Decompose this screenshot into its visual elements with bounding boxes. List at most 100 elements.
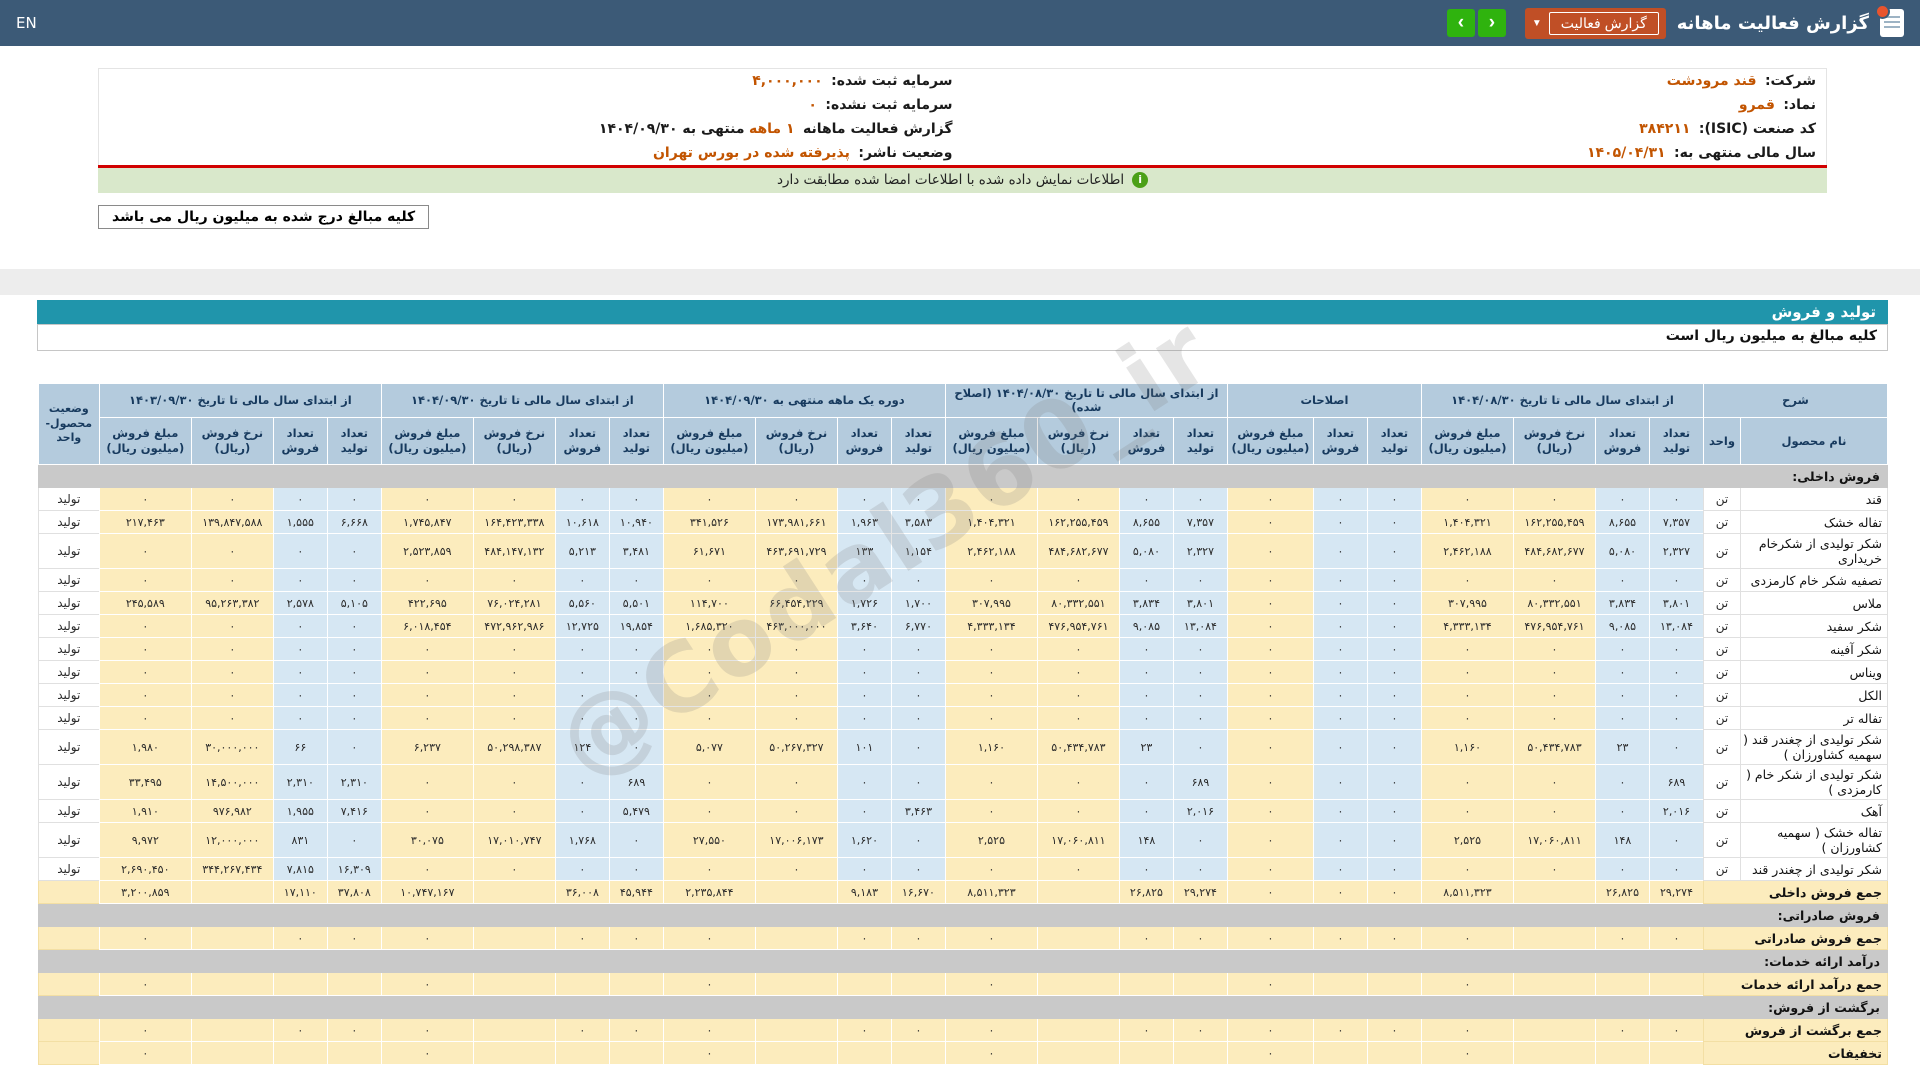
column-subheader-row: نام محصول واحد تعداد تولید تعداد فروش نرخ فر… xyxy=(38,417,1888,466)
table-cell: ۱,۶۲۰ xyxy=(836,822,892,859)
table-cell: ۰ xyxy=(890,1018,946,1043)
table-cell: ۰ xyxy=(1036,637,1120,662)
table-cell: ۰ xyxy=(1118,487,1174,512)
table-cell: ۱,۱۶۰ xyxy=(944,729,1038,766)
table-cell: ۰ xyxy=(472,568,556,593)
table-row: فروش داخلی: xyxy=(37,464,1889,489)
amounts-note-row: کلیه مبالغ درج شده به میلیون ریال می باش… xyxy=(98,204,1827,229)
table-cell: ۱۷۳,۹۸۱,۶۶۱ xyxy=(754,510,838,535)
table-row: شکر تولیدی از شکر خام ( کارمزدی ) تن ۶۸۹ ۰ ۰… xyxy=(37,764,1888,801)
table-cell: ۰ xyxy=(1312,799,1368,824)
table-cell: ۰ xyxy=(190,683,274,708)
table-cell: ۰ xyxy=(1118,568,1174,593)
table-cell: ۱۶۴,۴۲۳,۳۳۸ xyxy=(472,510,556,535)
table-cell: ۸,۶۵۵ xyxy=(1594,510,1650,535)
report-period-suffix: منتهی به ۱۴۰۴/۰۹/۳۰ xyxy=(598,120,745,137)
table-row: جمع برگشت از فروش ۰ ۰ ۰ ۰ ۰ ۰ ۰ ۰ ۰ ۰ ۰ ۰ ۰ ۰ ۰ ۰ ۰ ۰ xyxy=(37,1018,1889,1043)
table-row: شکر آفینه تن ۰ ۰ ۰ ۰ ۰ ۰ ۰ ۰ ۰ ۰ ۰ ۰ ۰ ۰ ۰ ۰ ۰ ۰ ۰ ۰ ۰ ۰ ۰ تولید xyxy=(37,637,1888,662)
company-label: شرکت: xyxy=(1764,72,1816,89)
table-cell: ۰ xyxy=(608,637,664,662)
en-language-link[interactable]: EN xyxy=(16,14,37,32)
table-cell: ۰ xyxy=(1420,1041,1514,1066)
table-cell: ۰ xyxy=(1312,764,1368,801)
nav-arrow-right-button[interactable]: › xyxy=(1477,9,1506,37)
total-name-cell: جمع فروش داخلی xyxy=(1702,880,1889,905)
table-cell xyxy=(1512,1018,1596,1043)
unit-cell: تن xyxy=(1702,510,1742,535)
table-cell: ۰ xyxy=(754,706,838,731)
table-cell: ۰ xyxy=(380,660,474,685)
table-cell xyxy=(1594,1041,1650,1066)
table-cell xyxy=(272,1041,328,1066)
table-cell xyxy=(190,1018,274,1043)
table-cell: ۲,۴۶۲,۱۸۸ xyxy=(944,533,1038,570)
info-row: کد صنعت (ISIC): ۳۸۴۲۱۱ گزارش فعالیت ماها… xyxy=(99,117,1827,141)
table-cell: ۰ xyxy=(326,729,382,766)
table-cell: ۰ xyxy=(890,706,946,731)
table-cell: ۸۰,۳۳۲,۵۵۱ xyxy=(1512,591,1596,616)
table-cell: ۰ xyxy=(1036,799,1120,824)
table-cell xyxy=(608,972,664,997)
table-cell: ۰ xyxy=(662,857,756,882)
column-subheader: مبلغ فروش (میلیون ریال) xyxy=(1420,417,1514,466)
table-cell: ۱۳,۰۸۴ xyxy=(1172,614,1228,639)
table-cell: ۰ xyxy=(1312,510,1368,535)
table-cell: ۰ xyxy=(836,706,892,731)
table-row: الکل تن ۰ ۰ ۰ ۰ ۰ ۰ ۰ ۰ ۰ ۰ ۰ ۰ ۰ ۰ ۰ ۰ ۰ ۰ ۰ ۰ ۰ ۰ ۰ تولید xyxy=(37,683,1888,708)
table-cell: ۰ xyxy=(1648,487,1704,512)
status-cell: تولید xyxy=(37,487,100,512)
company-name-link[interactable]: قند مرودشت xyxy=(1667,73,1757,89)
table-cell: ۰ xyxy=(1226,706,1314,731)
nav-arrow-left-button[interactable]: ‹ xyxy=(1446,9,1475,37)
table-cell: ۰ xyxy=(554,764,610,801)
table-row: تخفیفات ۰ ۰ ۰ ۰ ۰ ۰ xyxy=(37,1041,1889,1066)
table-cell: ۰ xyxy=(890,764,946,801)
unit-cell: تن xyxy=(1702,533,1742,570)
table-cell: ۹,۰۸۵ xyxy=(1594,614,1650,639)
table-cell: ۰ xyxy=(1118,764,1174,801)
table-cell xyxy=(1118,972,1174,997)
table-cell xyxy=(190,926,274,951)
table-cell: ۲,۴۶۲,۱۸۸ xyxy=(1420,533,1514,570)
table-cell: ۶۱,۶۷۱ xyxy=(662,533,756,570)
table-cell: ۰ xyxy=(326,568,382,593)
table-cell: ۲,۲۳۵,۸۴۴ xyxy=(662,880,756,905)
column-subheader: نرخ فروش (ریال) xyxy=(754,417,838,466)
table-cell: ۵۰,۲۹۸,۳۸۷ xyxy=(472,729,556,766)
section-title-bar: تولید و فروش xyxy=(37,299,1888,324)
table-cell xyxy=(754,972,838,997)
company-info-table: شرکت: قند مرودشت سرمایه ثبت شده: ۴,۰۰۰,۰… xyxy=(98,68,1827,165)
table-cell: ۳۳,۴۹۵ xyxy=(98,764,192,801)
column-subheader: تعداد فروش xyxy=(554,417,610,466)
info-cell: کد صنعت (ISIC): ۳۸۴۲۱۱ xyxy=(963,117,1827,141)
navbar-right-cluster: گزارش فعالیت ماهانه گزارش فعالیت ▼ ‹ › xyxy=(1446,4,1904,39)
table-cell xyxy=(890,972,946,997)
table-cell: ۰ xyxy=(472,660,556,685)
symbol-link[interactable]: قمرو xyxy=(1739,97,1775,113)
section-header-cell: فروش صادراتی: xyxy=(37,903,1889,928)
table-cell: ۰ xyxy=(890,637,946,662)
table-cell: ۰ xyxy=(1512,857,1596,882)
table-cell: ۳,۸۰۱ xyxy=(1648,591,1704,616)
table-cell: ۰ xyxy=(1226,880,1314,905)
table-cell: ۰ xyxy=(1366,510,1422,535)
table-cell: ۱۲۴ xyxy=(554,729,610,766)
table-cell: ۰ xyxy=(1172,706,1228,731)
table-cell: ۰ xyxy=(1648,822,1704,859)
table-cell: ۰ xyxy=(836,799,892,824)
table-cell: ۱۲,۷۲۵ xyxy=(554,614,610,639)
table-cell: ۴۷۶,۹۵۴,۷۶۱ xyxy=(1512,614,1596,639)
report-type-dropdown[interactable]: گزارش فعالیت ▼ xyxy=(1524,7,1666,39)
table-cell: ۰ xyxy=(1226,637,1314,662)
table-cell: ۱,۹۵۵ xyxy=(272,799,328,824)
table-cell: ۳,۴۶۳ xyxy=(890,799,946,824)
table-cell: ۰ xyxy=(380,683,474,708)
table-cell: ۳۰۷,۹۹۵ xyxy=(944,591,1038,616)
table-cell: ۰ xyxy=(1512,660,1596,685)
info-cell: سال مالی منتهی به: ۱۴۰۵/۰۴/۳۱ xyxy=(963,141,1827,165)
column-subheader: واحد xyxy=(1702,417,1742,466)
table-cell: ۰ xyxy=(944,799,1038,824)
table-cell: ۰ xyxy=(1226,729,1314,766)
table-cell: ۰ xyxy=(1226,510,1314,535)
table-cell: ۲,۳۱۰ xyxy=(272,764,328,801)
